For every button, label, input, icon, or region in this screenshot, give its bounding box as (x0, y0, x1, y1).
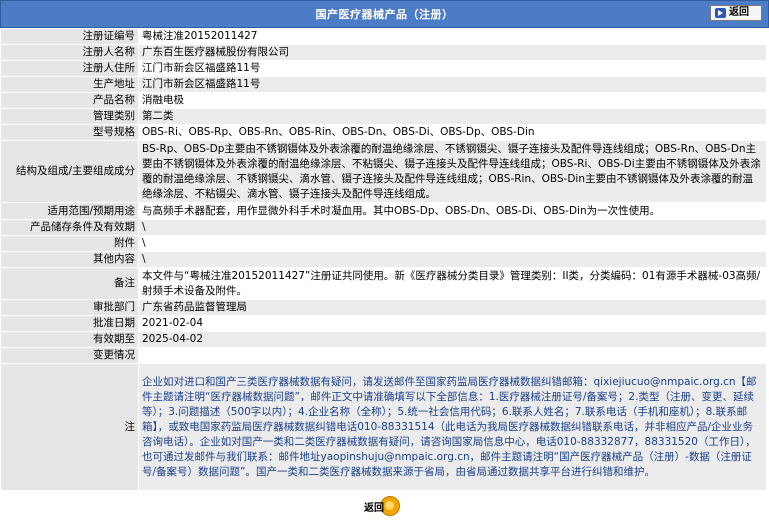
back-arrow-icon (715, 8, 726, 18)
page-title: 国产医疗器械产品（注册） (315, 8, 454, 21)
field-label-registrant-address: 注册人住所 (0, 60, 139, 77)
field-label-models: 型号规格 (0, 124, 139, 141)
field-value-registrant-name: 广东百生医疗器械股份有限公司 (138, 44, 767, 61)
field-value-storage: \ (138, 219, 767, 236)
field-value-production-address: 江门市新会区福盛路11号 (138, 76, 767, 93)
field-label-registrant-name: 注册人名称 (0, 44, 139, 61)
field-label-storage: 产品储存条件及有效期 (0, 219, 139, 236)
field-label-product-name: 产品名称 (0, 92, 139, 109)
field-value-valid-until: 2025-04-02 (138, 331, 767, 348)
field-value-category: 第二类 (138, 108, 767, 125)
field-value-other: \ (138, 251, 767, 268)
field-value-approval-date: 2021-02-04 (138, 315, 767, 332)
back-button-label: 返回 (729, 7, 749, 18)
detail-table: 注册证编号 粤械注准20152011427 注册人名称 广东百生医疗器械股份有限公司… (0, 28, 767, 491)
field-value-accessories: \ (138, 235, 767, 252)
title-bar: 国产医疗器械产品（注册） 返回 (0, 0, 769, 28)
field-label-reg-no: 注册证编号 (0, 28, 139, 45)
back-button-bottom[interactable]: 返回 (358, 495, 402, 516)
page: 国产医疗器械产品（注册） 返回 注册证编号 粤械注准20152011427 注册人… (0, 0, 769, 524)
field-label-structure: 结构及组成/主要组成成分 (0, 140, 139, 203)
back-button-top[interactable]: 返回 (710, 5, 762, 21)
field-label-note: 注 (0, 363, 139, 491)
field-label-changes: 变更情况 (0, 347, 139, 364)
field-label-intended-use: 适用范围/预期用途 (0, 202, 139, 220)
field-value-note: 企业如对进口和国产三类医疗器械数据有疑问，请发送邮件至国家药监局医疗器械数据纠错… (138, 363, 767, 491)
field-label-other: 其他内容 (0, 251, 139, 268)
field-value-remarks: 本文件与“粤械注准20152011427”注册证共同使用。新《医疗器械分类目录》… (138, 267, 767, 300)
field-value-structure: BS-Rp、OBS-Dp主要由不锈钢镊体及外表涂覆的耐温绝缘涂层、不锈钢镊尖、镊… (138, 140, 767, 203)
field-label-remarks: 备注 (0, 267, 139, 300)
field-label-approval-dept: 审批部门 (0, 299, 139, 316)
field-value-reg-no: 粤械注准20152011427 (138, 28, 767, 45)
field-label-accessories: 附件 (0, 235, 139, 252)
field-label-valid-until: 有效期至 (0, 331, 139, 348)
back-button-bottom-label: 返回 (364, 503, 384, 514)
field-label-production-address: 生产地址 (0, 76, 139, 93)
field-value-intended-use: 与高频手术器配套，用作显微外科手术时凝血用。其中OBS-Dp、OBS-Dn、OB… (138, 202, 767, 220)
field-label-approval-date: 批准日期 (0, 315, 139, 332)
field-label-category: 管理类别 (0, 108, 139, 125)
field-value-changes (138, 347, 767, 364)
field-value-models: OBS-Ri、OBS-Rp、OBS-Rn、OBS-Rin、OBS-Dn、OBS-… (138, 124, 767, 141)
field-value-approval-dept: 广东省药品监督管理局 (138, 299, 767, 316)
field-value-product-name: 消融电极 (138, 92, 767, 109)
field-value-registrant-address: 江门市新会区福盛路11号 (138, 60, 767, 77)
